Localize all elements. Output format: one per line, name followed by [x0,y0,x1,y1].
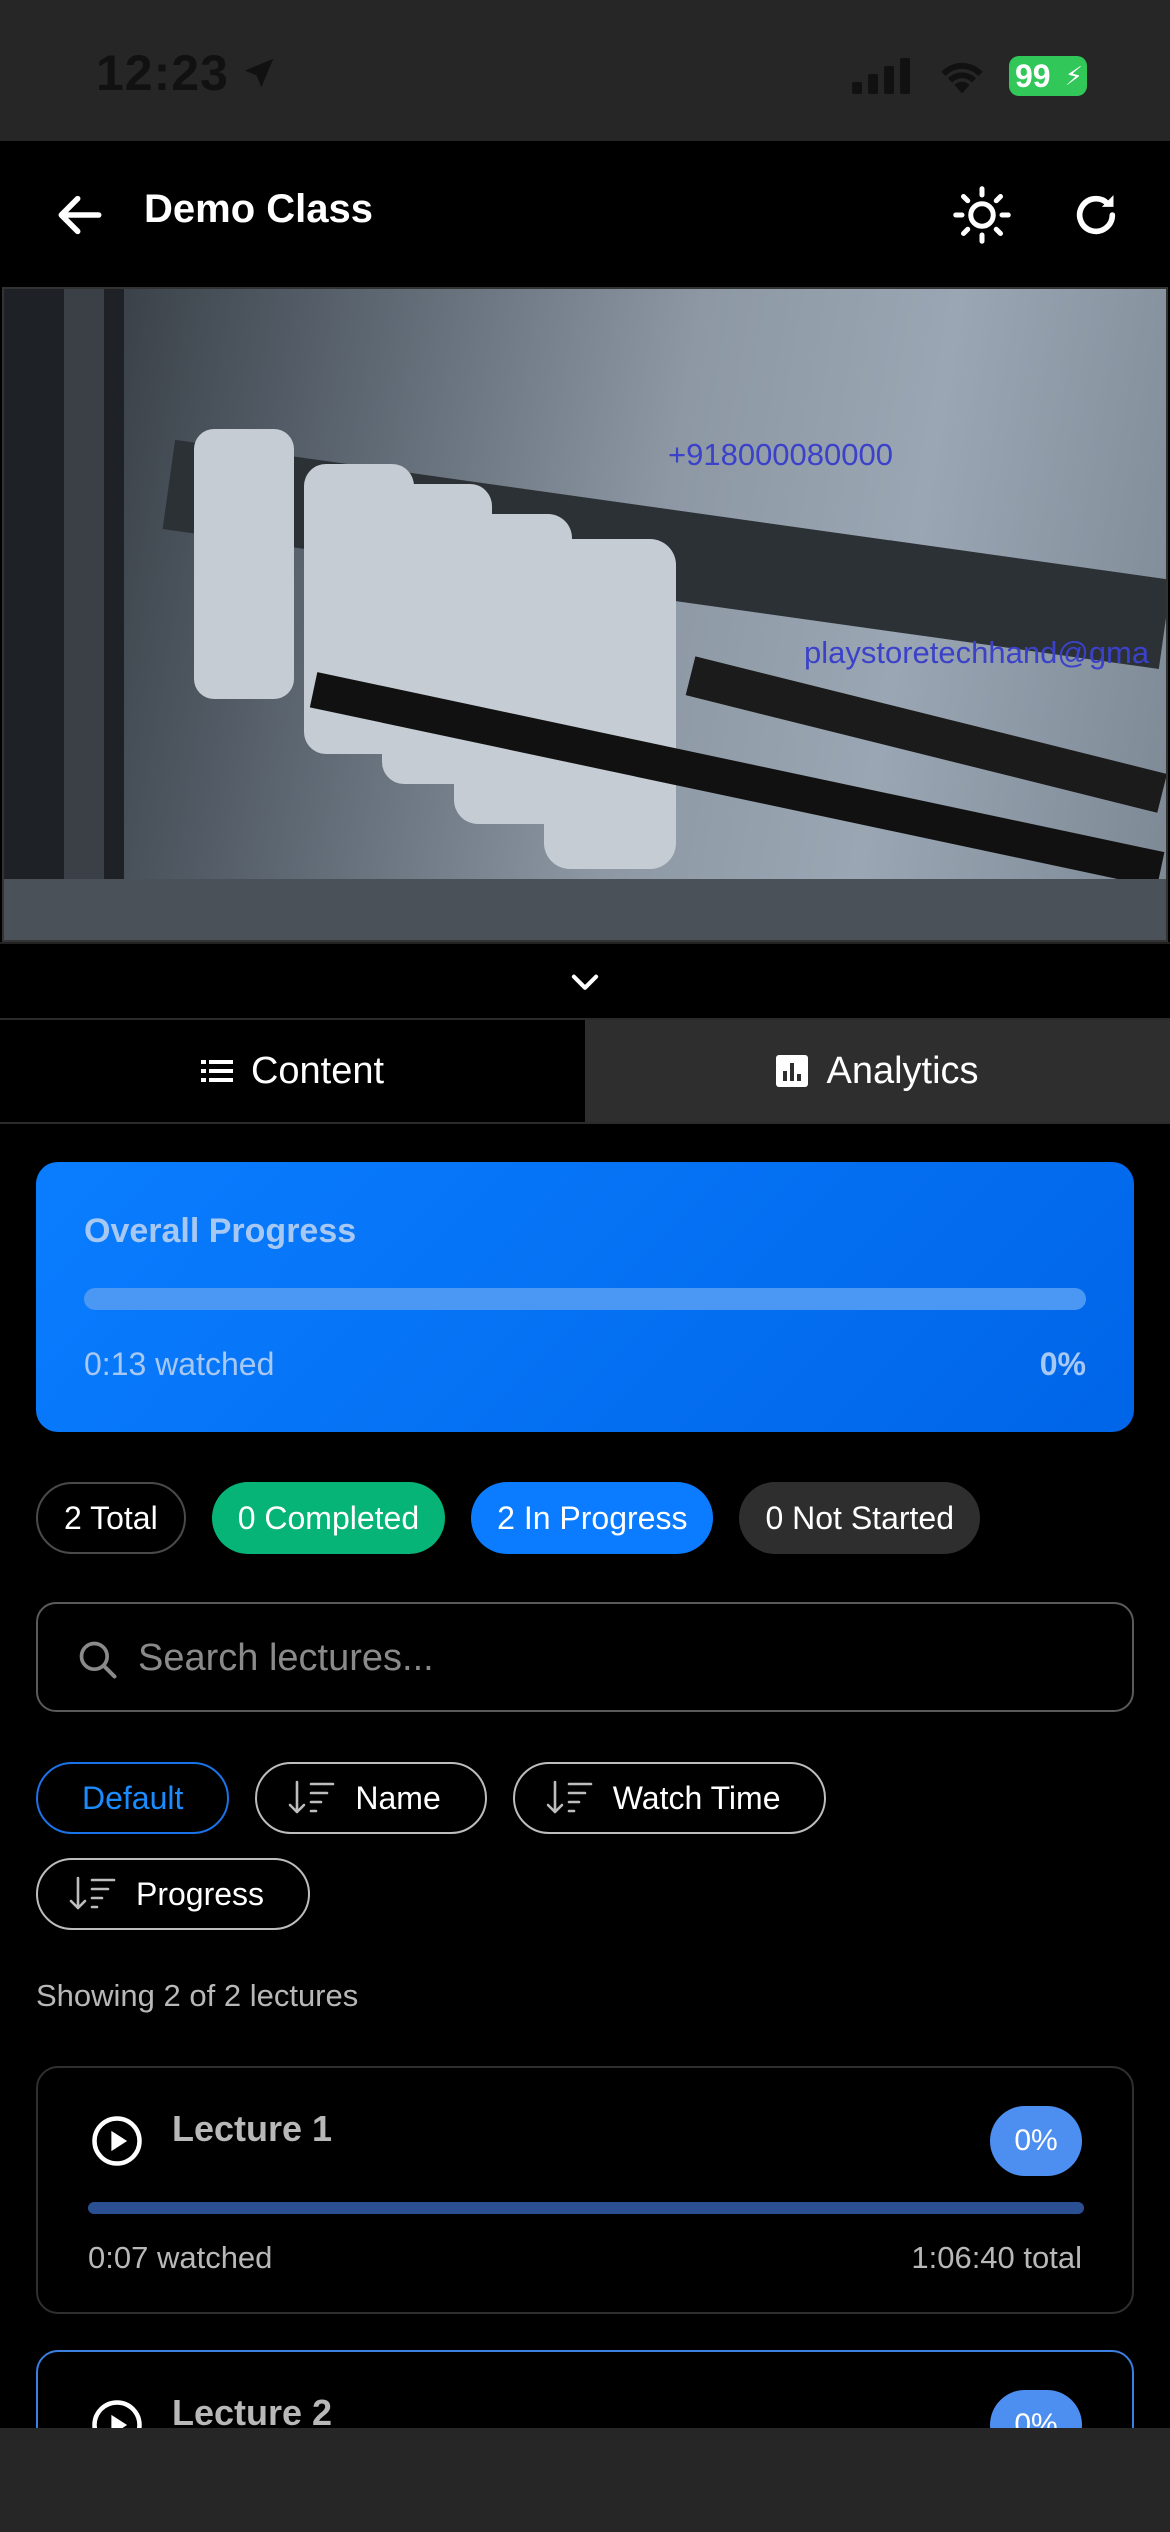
video-watermark-phone: +918000080000 [668,437,893,472]
sort-icon [289,1780,335,1814]
results-count: Showing 2 of 2 lectures [36,1978,359,2013]
tab-analytics-label: Analytics [826,1049,979,1092]
sort-default-label: Default [82,1779,184,1816]
brightness-toggle-icon[interactable] [952,185,1012,245]
wifi-icon [941,62,983,94]
sort-default-button[interactable]: Default [36,1762,230,1834]
collapse-bar [0,942,1170,1018]
in-progress-chip[interactable]: 2 In Progress [471,1482,714,1554]
overall-progress-bar [84,1288,1086,1310]
lecture-progress-bar [88,2202,1084,2214]
sort-name-button[interactable]: Name [255,1762,487,1834]
tab-content[interactable]: Content [0,1020,585,1122]
back-arrow-icon[interactable] [52,187,108,243]
sort-options-row-2: Progress [36,1858,311,1930]
stats-chips: 2 Total 0 Completed 2 In Progress 0 Not … [36,1482,980,1554]
overall-progress-percent: 0% [1039,1346,1086,1382]
tab-bar: Content Analytics [0,1018,1170,1124]
video-watermark-email: playstoretechhand@gma [804,635,1150,670]
home-indicator-bar [0,2428,1170,2532]
battery-indicator: 99 ⚡ [1009,56,1087,96]
overall-progress-title: Overall Progress [84,1212,357,1250]
location-arrow-icon [244,58,274,88]
lecture-progress-badge: 0% [990,2106,1082,2176]
cellular-signal-icon [852,58,910,94]
overall-watched-time: 0:13 watched [84,1346,275,1382]
overall-progress-card: Overall Progress 0:13 watched 0% [36,1162,1134,1432]
status-bar: 12:23 99 ⚡ [0,0,1170,141]
total-chip[interactable]: 2 Total [36,1482,186,1554]
lecture-total-time: 1:06:40 total [911,2240,1082,2275]
lecture-title: Lecture 1 [172,2108,333,2149]
battery-level: 99 [1015,58,1051,94]
list-icon [200,1060,233,1082]
search-box [36,1602,1134,1712]
sort-icon [69,1876,116,1910]
app-header: Demo Class [0,141,1170,287]
sort-watch-time-label: Watch Time [612,1779,781,1816]
not-started-chip[interactable]: 0 Not Started [739,1482,980,1554]
sort-progress-label: Progress [136,1875,265,1912]
lecture-watched-time: 0:07 watched [88,2240,273,2275]
sort-icon [546,1780,593,1814]
search-input[interactable] [138,1624,1098,1692]
sort-progress-button[interactable]: Progress [36,1858,311,1930]
completed-chip[interactable]: 0 Completed [211,1482,446,1554]
video-player[interactable]: +918000080000 playstoretechhand@gma [2,287,1168,942]
status-time: 12:23 [96,45,229,101]
sort-options: Default Name Watch Time [36,1762,827,1834]
sort-watch-time-button[interactable]: Watch Time [512,1762,827,1834]
tab-analytics[interactable]: Analytics [585,1020,1170,1122]
play-circle-icon[interactable] [90,2114,144,2168]
bar-chart-icon [776,1055,809,1087]
search-icon [79,1641,117,1679]
charging-bolt-icon: ⚡ [1064,61,1083,91]
chevron-down-icon[interactable] [566,964,604,1002]
lecture-card[interactable]: Lecture 1 0% 0:07 watched 1:06:40 total [36,2066,1134,2314]
page-title: Demo Class [144,187,373,231]
tab-content-label: Content [250,1049,385,1092]
refresh-icon[interactable] [1068,187,1124,243]
video-frame-image [4,289,1166,940]
sort-name-label: Name [355,1779,441,1816]
